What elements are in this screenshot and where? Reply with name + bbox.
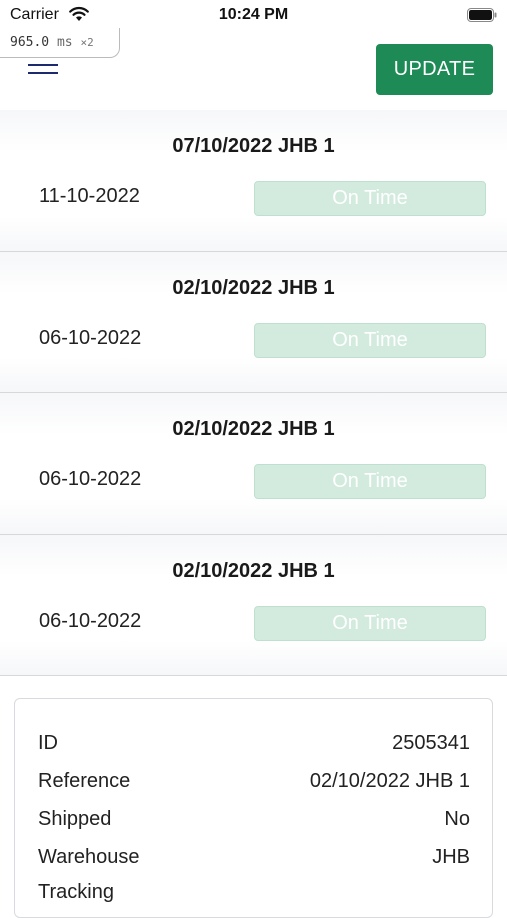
perf-value: 965.0 [10, 35, 50, 50]
list-item[interactable]: 02/10/2022 JHB 1 06-10-2022 On Time [0, 251, 507, 393]
detail-row-tracking: Tracking [38, 881, 470, 909]
detail-value: 02/10/2022 JHB 1 [309, 770, 470, 792]
detail-row-id: ID 2505341 [38, 732, 470, 760]
item-title: 02/10/2022 JHB 1 [172, 276, 335, 299]
status-badge: On Time [254, 605, 486, 641]
status-badge: On Time [254, 181, 486, 216]
detail-label: Tracking [38, 881, 114, 903]
item-date: 11-10-2022 [39, 185, 140, 207]
perf-multiplier: ×2 [80, 36, 94, 49]
shipment-list: 07/10/2022 JHB 1 11-10-2022 On Time 02/1… [0, 110, 507, 676]
item-date: 06-10-2022 [39, 326, 142, 349]
hamburger-menu-icon[interactable] [28, 64, 58, 82]
detail-value: JHB [432, 846, 470, 868]
item-title: 02/10/2022 JHB 1 [172, 559, 335, 582]
detail-row-reference: Reference 02/10/2022 JHB 1 [38, 770, 470, 798]
status-time: 10:24 PM [218, 6, 289, 23]
item-title: 02/10/2022 JHB 1 [172, 418, 335, 440]
shipment-detail-card: ID 2505341 Reference 02/10/2022 JHB 1 Sh… [14, 698, 493, 918]
status-badge: On Time [254, 464, 486, 499]
detail-label: Warehouse [38, 846, 140, 868]
list-item[interactable]: 07/10/2022 JHB 1 11-10-2022 On Time [0, 110, 507, 252]
item-title: 07/10/2022 JHB 1 [172, 135, 335, 157]
status-badge: On Time [254, 322, 486, 358]
perf-unit: ms [56, 35, 73, 50]
battery-icon [467, 8, 497, 22]
detail-label: ID [38, 732, 58, 754]
update-button[interactable]: UPDATE [376, 44, 493, 95]
detail-label: Shipped [38, 808, 112, 830]
list-item[interactable]: 02/10/2022 JHB 1 06-10-2022 On Time [0, 393, 507, 535]
detail-value: 2505341 [392, 732, 470, 754]
item-date: 06-10-2022 [39, 468, 142, 490]
detail-row-shipped: Shipped No [38, 808, 470, 836]
detail-value: No [444, 808, 470, 830]
detail-label: Reference [38, 770, 131, 792]
status-bar: Carrier 10:24 PM [0, 0, 507, 30]
detail-row-warehouse: Warehouse JHB [38, 846, 470, 874]
list-item[interactable]: 02/10/2022 JHB 1 06-10-2022 On Time [0, 534, 507, 676]
perf-timing-badge: 965.0 ms ×2 [0, 28, 120, 58]
item-date: 06-10-2022 [39, 609, 142, 632]
